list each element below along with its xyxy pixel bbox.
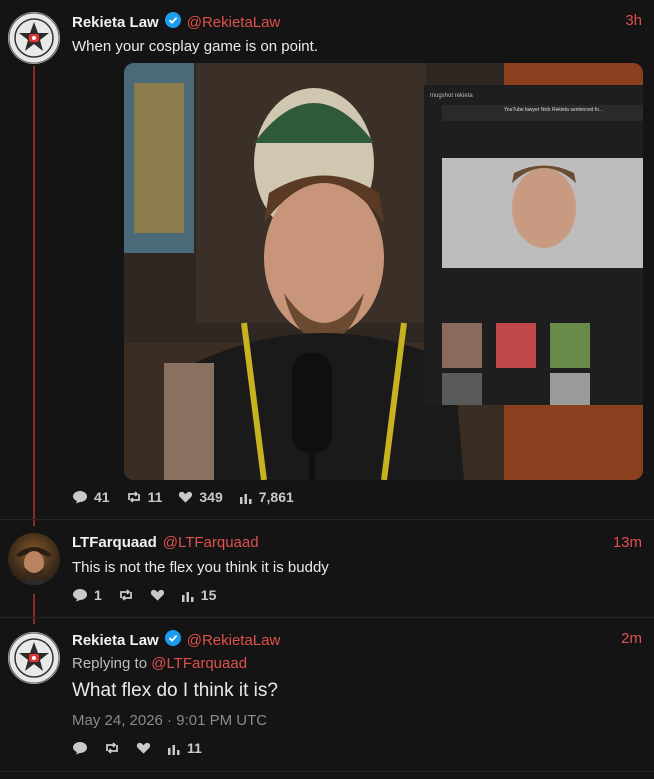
- view-count: 11: [187, 740, 202, 756]
- post-text: This is not the flex you think it is bud…: [72, 559, 329, 576]
- post-stats: 11: [72, 740, 202, 756]
- views-button[interactable]: 15: [181, 587, 217, 603]
- timestamp[interactable]: 13m: [613, 534, 642, 551]
- reply-count: 1: [94, 587, 102, 603]
- replying-to-line: Replying to @LTFarquaad: [72, 655, 247, 672]
- post-header: LTFarquaad @LTFarquaad: [72, 534, 259, 551]
- avatar[interactable]: [8, 632, 60, 684]
- cosplay-photo: [124, 63, 643, 480]
- repost-button[interactable]: [118, 588, 134, 602]
- views-icon: [168, 744, 180, 755]
- divider: [0, 771, 654, 772]
- heart-icon: [179, 491, 193, 503]
- display-name[interactable]: LTFarquaad: [72, 534, 157, 551]
- post-header: Rekieta Law @RekietaLaw: [72, 630, 280, 650]
- views-button[interactable]: 7,861: [239, 489, 294, 505]
- divider: [0, 617, 654, 618]
- repost-icon: [127, 491, 140, 503]
- overlay-title-text: YouTube lawyer Nick Rekieta sentenced fo…: [504, 107, 604, 113]
- search-hint-text: mugshot rekieta: [430, 93, 473, 99]
- like-button[interactable]: [150, 588, 165, 602]
- repost-button[interactable]: [104, 741, 120, 755]
- heart-icon: [150, 589, 164, 601]
- views-button[interactable]: 11: [167, 740, 202, 756]
- post-date[interactable]: May 24, 2026 · 9:01 PM UTC: [72, 712, 267, 729]
- law-badge-icon: [8, 632, 60, 684]
- reply-button[interactable]: [72, 741, 88, 755]
- handle-link[interactable]: @LTFarquaad: [163, 534, 259, 551]
- law-badge-icon: [8, 12, 60, 64]
- thread-line: [33, 594, 35, 624]
- post-header: Rekieta Law @RekietaLaw: [72, 12, 280, 32]
- verified-icon: [164, 12, 181, 32]
- like-button[interactable]: 349: [178, 489, 223, 505]
- like-count: 349: [199, 489, 223, 505]
- repost-button[interactable]: 11: [126, 489, 163, 505]
- post-text: When your cosplay game is on point.: [72, 38, 318, 55]
- views-icon: [181, 591, 194, 602]
- view-count: 15: [200, 587, 217, 603]
- reply-icon: [73, 742, 87, 755]
- verified-icon: [164, 630, 181, 650]
- avatar[interactable]: [8, 533, 60, 585]
- repost-icon: [106, 742, 118, 754]
- heart-icon: [136, 742, 151, 754]
- reply-button[interactable]: 1: [72, 587, 102, 603]
- display-name[interactable]: Rekieta Law: [72, 14, 159, 31]
- handle-link[interactable]: @RekietaLaw: [187, 14, 281, 31]
- repost-icon: [119, 589, 132, 601]
- like-button[interactable]: [136, 741, 151, 755]
- divider: [0, 519, 654, 520]
- timestamp[interactable]: 3h: [625, 12, 642, 29]
- post-image[interactable]: mugshot rekieta YouTube lawyer Nick Reki…: [124, 63, 643, 480]
- post-text: What flex do I think it is?: [72, 680, 278, 701]
- replying-handle-link[interactable]: @LTFarquaad: [151, 655, 247, 672]
- repost-count: 11: [147, 489, 163, 505]
- timestamp[interactable]: 2m: [621, 630, 642, 647]
- view-count: 7,861: [258, 489, 294, 505]
- display-name[interactable]: Rekieta Law: [72, 632, 159, 649]
- handle-link[interactable]: @RekietaLaw: [187, 632, 281, 649]
- reply-button[interactable]: 41: [72, 489, 110, 505]
- avatar[interactable]: [8, 12, 60, 64]
- reply-icon: [73, 491, 87, 504]
- post-stats: 1 15: [72, 587, 216, 603]
- profile-photo: [14, 547, 54, 585]
- replying-prefix: Replying to: [72, 655, 148, 672]
- post-stats: 41 11 349 7,861: [72, 489, 294, 505]
- thread-line: [33, 66, 35, 526]
- views-icon: [239, 493, 252, 504]
- reply-icon: [73, 589, 87, 602]
- reply-count: 41: [94, 489, 110, 505]
